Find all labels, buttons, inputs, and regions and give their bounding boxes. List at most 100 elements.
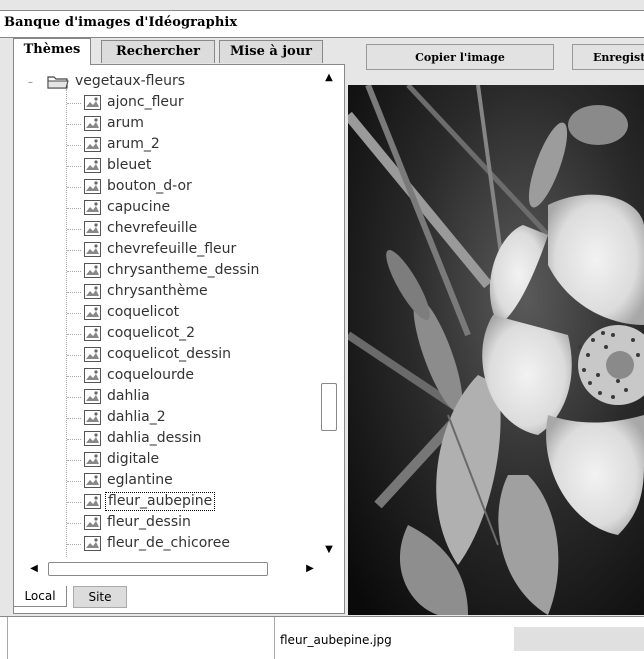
image-file-icon xyxy=(84,409,101,425)
image-file-icon xyxy=(84,325,101,341)
tree-item[interactable]: coquelicot_2 xyxy=(84,323,197,344)
tree-item-label: coquelicot_dessin xyxy=(107,346,232,362)
tree-item-label: chrysantheme_dessin xyxy=(107,262,260,278)
tree-item[interactable]: fleur_de_chicoree xyxy=(84,533,232,554)
tab-local[interactable]: Local xyxy=(13,586,67,607)
tab-rechercher[interactable]: Rechercher xyxy=(101,40,215,63)
theme-tree-panel: – vegetaux-fleurs ajonc_fleurarum arum_2ble… xyxy=(13,64,345,614)
vertical-scroll-thumb[interactable] xyxy=(321,383,337,431)
tree-guide-line xyxy=(67,439,81,440)
tree-item-label: fleur_aubepine xyxy=(105,492,216,511)
status-progress-area xyxy=(514,627,644,651)
tree-guide-line xyxy=(67,271,81,272)
tree-item-label: coquelourde xyxy=(107,367,194,383)
tab-themes[interactable]: Thèmes xyxy=(13,38,91,65)
tree-guide-line xyxy=(67,187,81,188)
status-divider xyxy=(274,617,275,659)
image-file-icon xyxy=(84,136,101,152)
tree-guide-line xyxy=(67,208,81,209)
image-file-icon xyxy=(84,472,101,488)
image-file-icon xyxy=(84,430,101,446)
tree-folder-label: vegetaux-fleurs xyxy=(75,73,186,89)
collapse-icon[interactable]: – xyxy=(26,78,35,88)
tree-item[interactable]: arum_2 xyxy=(84,134,162,155)
status-filename: fleur_aubepine.jpg xyxy=(280,633,392,647)
image-file-icon xyxy=(84,451,101,467)
status-bar: fleur_aubepine.jpg xyxy=(0,616,644,659)
tree-item-label: coquelicot_2 xyxy=(107,325,196,341)
tree-item-label: dahlia xyxy=(107,388,150,404)
image-file-icon xyxy=(84,94,101,110)
image-file-icon xyxy=(84,283,101,299)
tree-item[interactable]: chevrefeuille xyxy=(84,218,199,239)
theme-tree: – vegetaux-fleurs ajonc_fleurarum arum_2ble… xyxy=(22,71,322,557)
title-bar: Banque d'images d'Idéographix xyxy=(0,10,644,38)
tree-vertical-scrollbar[interactable]: ▲ ▼ xyxy=(321,71,337,557)
image-file-icon xyxy=(84,346,101,362)
tree-item[interactable]: chevrefeuille_fleur xyxy=(84,239,238,260)
tree-item-label: capucine xyxy=(107,199,171,215)
tree-item[interactable]: bleuet xyxy=(84,155,153,176)
tree-item-label: ajonc_fleur xyxy=(107,94,184,110)
tree-item-label: fleur_de_chicoree xyxy=(107,535,230,551)
tree-item[interactable]: bouton_d-or xyxy=(84,176,194,197)
status-divider-left xyxy=(7,617,8,659)
tree-item[interactable]: dahlia xyxy=(84,386,152,407)
tree-item-label: arum xyxy=(107,115,144,131)
tree-item[interactable]: fleur_de_verveine xyxy=(84,554,234,557)
tree-item[interactable]: arum xyxy=(84,113,146,134)
image-preview xyxy=(348,85,644,615)
tab-mise-a-jour[interactable]: Mise à jour xyxy=(219,40,323,63)
image-file-icon xyxy=(84,388,101,404)
copy-image-button[interactable]: Copier l'image xyxy=(366,44,554,70)
tree-item-label: eglantine xyxy=(107,472,173,488)
tree-item-label: chevrefeuille xyxy=(107,220,198,236)
tree-guide-line xyxy=(67,250,81,251)
tree-item[interactable]: coquelicot_dessin xyxy=(84,344,233,365)
tree-item-label: arum_2 xyxy=(107,136,160,152)
tree-item[interactable]: chrysantheme_dessin xyxy=(84,260,261,281)
image-file-icon xyxy=(84,493,101,509)
tree-item[interactable]: fleur_dessin xyxy=(84,512,193,533)
image-file-icon xyxy=(84,514,101,530)
image-file-icon xyxy=(84,535,101,551)
tree-guide-line xyxy=(67,313,81,314)
image-file-icon xyxy=(84,157,101,173)
tree-item[interactable]: coquelicot xyxy=(84,302,181,323)
horizontal-scroll-thumb[interactable] xyxy=(48,562,268,576)
tree-folder-vegetaux-fleurs[interactable]: – vegetaux-fleurs xyxy=(26,71,187,92)
scroll-down-icon[interactable]: ▼ xyxy=(321,543,337,557)
tree-guide-line xyxy=(67,397,81,398)
tree-item[interactable]: eglantine xyxy=(84,470,175,491)
tree-guide-line xyxy=(67,166,81,167)
tree-guide-line xyxy=(67,355,81,356)
tree-item[interactable]: digitale xyxy=(84,449,161,470)
tree-guide-line xyxy=(67,544,81,545)
tree-item[interactable]: dahlia_2 xyxy=(84,407,168,428)
tree-guide-line xyxy=(67,124,81,125)
tree-item[interactable]: dahlia_dessin xyxy=(84,428,204,449)
flower-photo xyxy=(348,85,644,615)
tree-horizontal-scrollbar[interactable]: ◀ ▶ xyxy=(28,560,318,578)
tree-item[interactable]: capucine xyxy=(84,197,172,218)
tree-item-label: chrysanthème xyxy=(107,283,208,299)
tree-item-label: bouton_d-or xyxy=(107,178,192,194)
image-file-icon xyxy=(84,115,101,131)
tree-item[interactable]: fleur_aubepine xyxy=(84,491,216,512)
tree-guide-line xyxy=(67,418,81,419)
tree-guide-line xyxy=(67,229,81,230)
tree-item[interactable]: coquelourde xyxy=(84,365,196,386)
scroll-up-icon[interactable]: ▲ xyxy=(321,71,337,85)
tab-site[interactable]: Site xyxy=(73,586,127,608)
folder-icon xyxy=(47,75,69,89)
image-file-icon xyxy=(84,367,101,383)
tree-guide-line xyxy=(67,145,81,146)
tree-item[interactable]: chrysanthème xyxy=(84,281,210,302)
tree-guide-line xyxy=(67,103,81,104)
tree-item[interactable]: ajonc_fleur xyxy=(84,92,186,113)
scroll-right-icon[interactable]: ▶ xyxy=(304,562,316,576)
scroll-left-icon[interactable]: ◀ xyxy=(28,562,40,576)
tree-item-label: dahlia_dessin xyxy=(107,430,202,446)
save-button[interactable]: Enregistrer xyxy=(572,44,644,70)
tree-guide-line xyxy=(67,481,81,482)
